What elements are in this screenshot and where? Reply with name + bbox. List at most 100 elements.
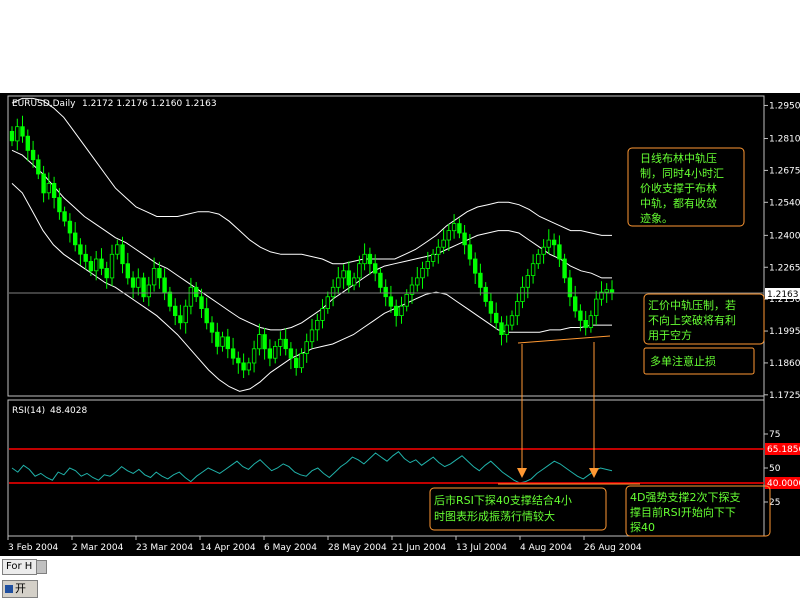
- annotation-line: 中轨，都有收敛: [640, 196, 717, 210]
- date-tick-label: 2 Mar 2004: [72, 543, 124, 553]
- candle-body: [415, 277, 420, 286]
- candle-body: [425, 260, 430, 269]
- candle-body: [109, 253, 115, 279]
- candle-body: [151, 267, 157, 286]
- candle-body: [288, 348, 294, 359]
- candle-body: [183, 305, 188, 324]
- candle-body: [225, 336, 230, 350]
- candle-body: [515, 301, 520, 317]
- candle-body: [588, 315, 594, 328]
- rsi-upper-level-label: 65.1856: [767, 445, 800, 455]
- annotation-line: 时图表形成振荡行情较大: [434, 509, 555, 523]
- chart-ohlc: 1.2172 1.2176 1.2160 1.2163: [82, 99, 217, 109]
- candle-body: [446, 230, 451, 241]
- candle-body: [193, 286, 199, 298]
- candle-body: [20, 126, 25, 137]
- candle-body: [88, 260, 94, 272]
- annotation-line: 探40: [630, 521, 655, 534]
- annotation-line: 多单注意止损: [650, 354, 716, 368]
- candle-body: [57, 197, 62, 213]
- annotation-line: 4D强势支撑2次下探支: [630, 490, 740, 504]
- candle-body: [172, 305, 178, 317]
- date-tick-label: 28 May 2004: [328, 543, 387, 553]
- candle-body: [451, 223, 457, 232]
- top-blank-area: [0, 0, 800, 93]
- candle-body: [420, 267, 425, 279]
- candle-body: [562, 258, 567, 279]
- candle-body: [536, 253, 541, 265]
- candle-body: [178, 315, 183, 324]
- candle-body: [246, 362, 251, 371]
- price-tick-label: 1.2810: [769, 135, 800, 145]
- rsi-tick-label: 50: [769, 464, 781, 474]
- annotation-line: 撑目前RSI开始向下下: [630, 505, 736, 519]
- candle-body: [146, 284, 151, 298]
- chart-symbol: EURUSD,Daily: [12, 99, 76, 109]
- candle-body: [557, 244, 562, 260]
- candle-body: [209, 322, 215, 333]
- rsi-current-value: 48.4028: [50, 406, 87, 416]
- candle-body: [372, 263, 378, 274]
- annotation-line: 价收支撑于布林: [640, 181, 717, 195]
- candle-body: [346, 270, 351, 286]
- annotation-line: 不向上突破将有利: [648, 313, 736, 327]
- price-tick-label: 1.2265: [769, 263, 800, 273]
- candle-body: [136, 277, 141, 288]
- candle-body: [157, 267, 162, 279]
- tab-scroll-button[interactable]: [36, 560, 47, 574]
- price-tick-label: 1.2400: [769, 231, 800, 241]
- candle-body: [336, 277, 341, 288]
- candle-body: [73, 232, 78, 246]
- window-icon: [5, 585, 13, 593]
- candle-body: [51, 182, 57, 198]
- candle-body: [15, 126, 20, 142]
- candle-body: [25, 135, 30, 151]
- candle-body: [299, 353, 304, 369]
- price-tick-label: 1.2950: [769, 101, 800, 111]
- candle-body: [199, 296, 204, 309]
- annotation-line: 用于空方: [648, 328, 692, 342]
- candle-body: [325, 296, 330, 309]
- candle-body: [378, 272, 383, 288]
- rsi-label: RSI(14): [12, 406, 45, 416]
- candle-body: [583, 319, 588, 328]
- candle-body: [141, 277, 146, 298]
- candle-body: [262, 334, 267, 350]
- candle-body: [94, 258, 99, 272]
- candle-body: [399, 305, 404, 317]
- candle-body: [278, 338, 283, 347]
- price-tick-label: 1.2540: [769, 198, 800, 208]
- candle-body: [330, 286, 336, 298]
- candle-body: [83, 253, 88, 262]
- candle-body: [293, 357, 299, 369]
- candle-body: [362, 253, 367, 265]
- price-tick-label: 1.1725: [769, 391, 800, 401]
- date-tick-label: 3 Feb 2004: [8, 543, 59, 553]
- candle-body: [230, 348, 236, 359]
- date-tick-label: 26 Aug 2004: [584, 543, 642, 553]
- candle-body: [283, 338, 288, 350]
- candle-body: [525, 275, 530, 288]
- candle-body: [504, 324, 509, 335]
- annotation-line: 日线布林中轨压: [640, 151, 717, 165]
- price-tick-label: 1.2675: [769, 166, 800, 176]
- candle-body: [30, 149, 36, 161]
- candle-body: [104, 267, 109, 279]
- candle-body: [436, 246, 441, 255]
- taskbar-button[interactable]: 开: [2, 580, 38, 598]
- candle-body: [315, 319, 320, 331]
- candle-body: [130, 277, 136, 288]
- price-tick-label: 1.1995: [769, 327, 800, 337]
- candle-body: [478, 272, 483, 288]
- chart-window[interactable]: 1.2950 1.2810 1.2675 1.2540 1.2400 1.2265 1.21…: [0, 0, 800, 556]
- candle-body: [9, 130, 15, 142]
- candle-body: [472, 258, 478, 274]
- candle-body: [551, 239, 557, 246]
- bottom-strip: [0, 556, 800, 600]
- date-tick-label: 14 Apr 2004: [200, 543, 256, 553]
- candle-body: [267, 348, 273, 359]
- candle-body: [320, 308, 325, 321]
- candle-body: [457, 223, 462, 234]
- rsi-lower-level-label: 40.0000: [767, 479, 800, 489]
- chart-tab[interactable]: For H: [2, 559, 37, 575]
